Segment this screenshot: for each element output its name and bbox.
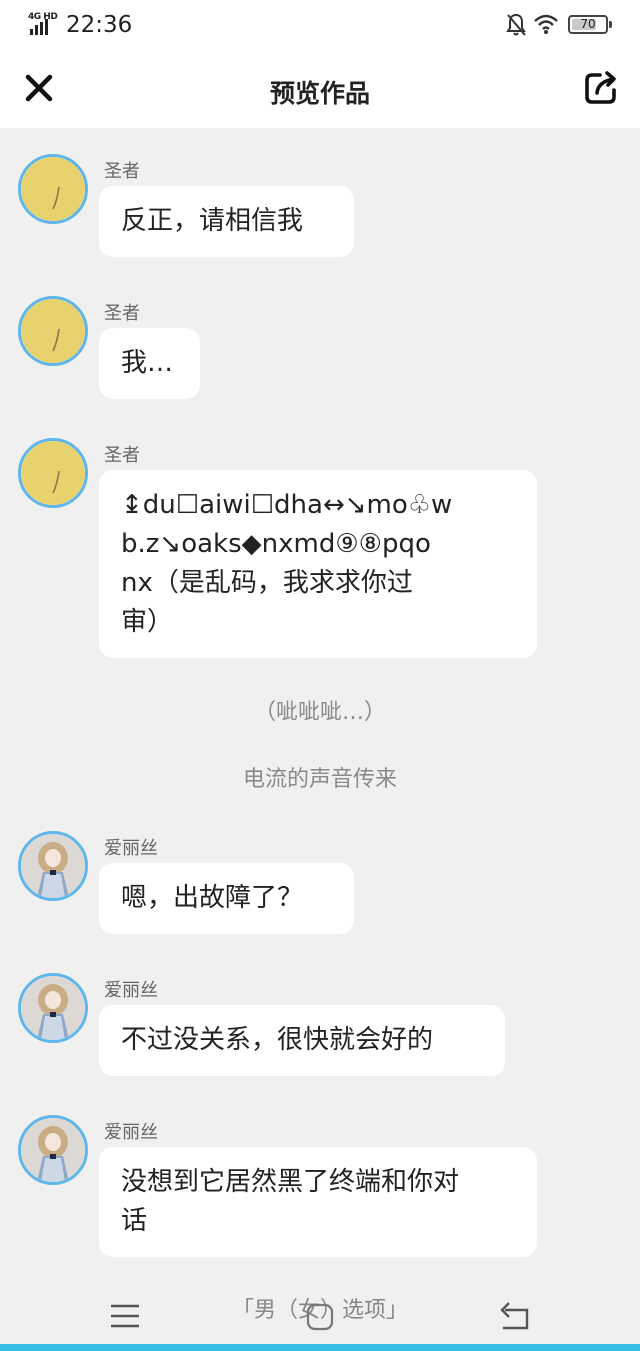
doll-avatar-icon xyxy=(21,834,85,898)
clock: 22:36 xyxy=(66,12,133,38)
accent-line xyxy=(0,1344,640,1351)
speaker-avatar[interactable] xyxy=(18,1115,88,1185)
message-line: b.z↘oaks◆nxmd⑨⑧pqo xyxy=(121,529,431,559)
bell-muted-icon xyxy=(506,13,526,36)
status-bar: 4G HD 22:36 70 xyxy=(0,0,640,52)
speaker-name: 圣者 xyxy=(104,445,140,466)
message-line: 审） xyxy=(121,607,174,637)
share-icon[interactable] xyxy=(583,70,619,106)
yellow-avatar-icon xyxy=(21,441,85,505)
chat-bubble: 没想到它居然黑了终端和你对 话 xyxy=(99,1147,537,1257)
undo-icon[interactable] xyxy=(497,1298,533,1332)
message-line: 我… xyxy=(121,348,174,378)
speaker-name: 爱丽丝 xyxy=(104,838,158,859)
message-line: 不过没关系，很快就会好的 xyxy=(121,1025,434,1055)
chat-bubble: 嗯，出故障了？ xyxy=(99,863,354,934)
yellow-avatar-icon xyxy=(21,299,85,363)
chat-bubble: 反正，请相信我 xyxy=(99,186,354,257)
message-line: 反正，请相信我 xyxy=(121,206,304,236)
message-line: 嗯，出故障了？ xyxy=(121,883,304,913)
speaker-name: 爱丽丝 xyxy=(104,980,158,1001)
network-type: 4G HD xyxy=(28,12,58,22)
speaker-avatar[interactable] xyxy=(18,973,88,1043)
narration-text: （呲呲呲…） xyxy=(253,700,386,725)
speaker-name: 圣者 xyxy=(104,303,140,324)
narration-text: 电流的声音传来 xyxy=(242,767,397,792)
chat-bubble: 我… xyxy=(99,328,200,399)
app-header: 预览作品 xyxy=(0,52,640,128)
speaker-avatar[interactable] xyxy=(18,296,88,366)
battery-icon: 70 xyxy=(568,15,612,34)
chat-bubble: 不过没关系，很快就会好的 xyxy=(99,1005,505,1076)
bottom-bar: 「男（女）选项」 xyxy=(0,1280,640,1344)
signal-icon: 4G HD xyxy=(28,12,58,38)
message-line: ↨du☐aiwi☐dha↔↘mo♧w xyxy=(121,490,453,520)
message-line: 没想到它居然黑了终端和你对 xyxy=(121,1167,460,1197)
page-title: 预览作品 xyxy=(269,79,370,108)
speaker-avatar[interactable] xyxy=(18,154,88,224)
home-button-icon[interactable] xyxy=(305,1302,335,1332)
speaker-name: 圣者 xyxy=(104,161,140,182)
wifi-icon xyxy=(534,14,558,34)
speaker-name: 爱丽丝 xyxy=(104,1122,158,1143)
doll-avatar-icon xyxy=(21,976,85,1040)
message-line: 话 xyxy=(121,1206,148,1236)
doll-avatar-icon xyxy=(21,1118,85,1182)
chat-bubble: ↨du☐aiwi☐dha↔↘mo♧w b.z↘oaks◆nxmd⑨⑧pqo nx… xyxy=(99,470,537,658)
yellow-avatar-icon xyxy=(21,157,85,221)
speaker-avatar[interactable] xyxy=(18,831,88,901)
message-line: nx（是乱码，我求求你过 xyxy=(121,568,413,598)
battery-level: 70 xyxy=(580,17,596,31)
speaker-avatar[interactable] xyxy=(18,438,88,508)
